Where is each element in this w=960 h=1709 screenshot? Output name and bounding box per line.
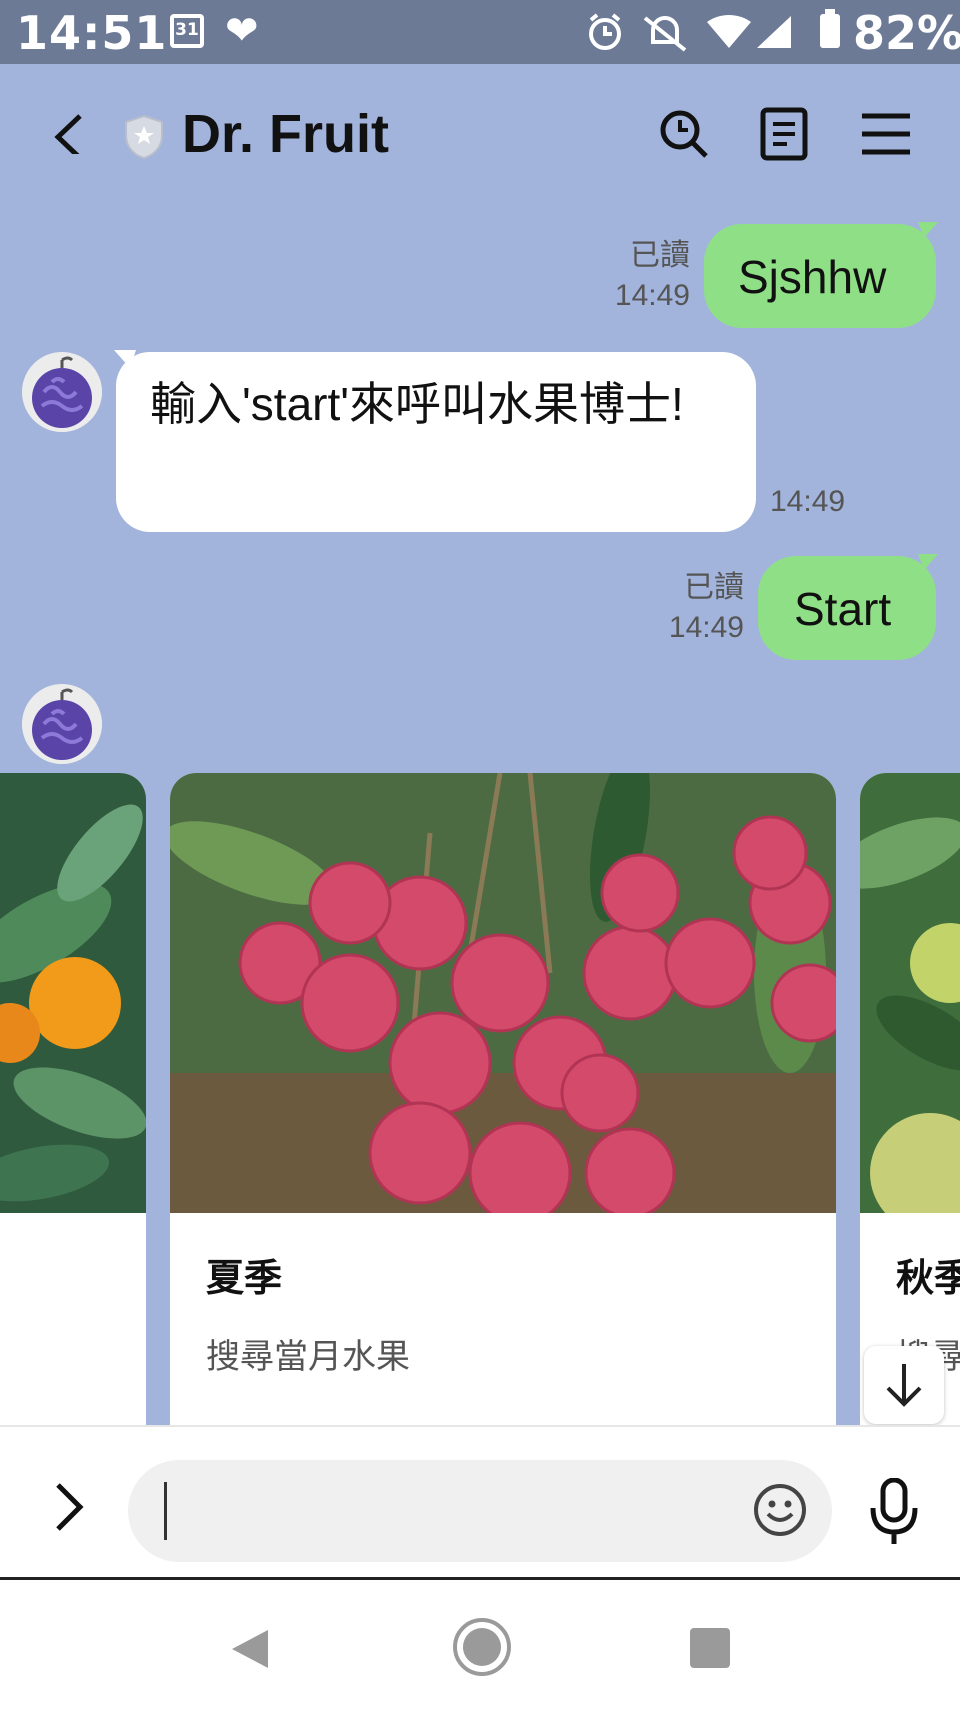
avatar-icon — [22, 684, 102, 764]
message-text: 輸入'start'來呼叫水果博士! — [150, 378, 684, 430]
incoming-message[interactable]: 輸入'start'來呼叫水果博士! — [116, 352, 756, 532]
arrow-down-icon — [886, 1364, 922, 1407]
search-icon[interactable] — [656, 106, 712, 162]
card-title: 秋季 — [896, 1256, 960, 1300]
menu-icon[interactable] — [858, 106, 914, 162]
text-caret — [164, 1482, 167, 1540]
outgoing-message[interactable]: Sjshhw — [704, 224, 936, 328]
emoji-icon[interactable] — [752, 1482, 808, 1538]
wifi-icon — [707, 14, 751, 48]
status-time: 14:51 — [16, 6, 168, 60]
card-subtitle: 搜尋當月水果 — [206, 1337, 410, 1377]
battery-icon — [820, 9, 840, 48]
card-body — [0, 1213, 146, 1437]
pomelo-photo — [860, 773, 960, 1213]
alarm-icon — [589, 13, 621, 50]
status-bar: 14:51 31 ❤ 82% — [0, 0, 960, 64]
avatar-icon — [22, 352, 102, 432]
carousel-card[interactable] — [0, 773, 146, 1437]
message-meta: 已讀 14:49 — [560, 236, 690, 316]
avatar[interactable] — [22, 684, 102, 764]
message-time: 14:49 — [770, 485, 846, 518]
read-receipt: 已讀 — [630, 239, 690, 272]
back-icon[interactable] — [52, 108, 86, 154]
message-input-bar — [0, 1425, 960, 1579]
nav-recent-icon[interactable] — [690, 1628, 730, 1668]
mic-icon[interactable] — [868, 1478, 920, 1546]
carousel-card[interactable]: 秋季 搜尋當月水果 — [860, 773, 960, 1437]
card-title: 夏季 — [206, 1256, 283, 1300]
message-text: Sjshhw — [738, 251, 887, 303]
message-text: Start — [794, 583, 892, 635]
calendar-icon: 31 — [170, 14, 204, 48]
shield-icon — [125, 114, 163, 160]
fruit-carousel[interactable]: 夏季 搜尋當月水果 秋季 搜尋當月水果 — [0, 773, 960, 1437]
bubble-tail — [918, 222, 938, 238]
nav-home-icon[interactable] — [452, 1617, 512, 1677]
system-icons — [589, 13, 791, 52]
chat-title: Dr. Fruit — [182, 104, 390, 164]
message-time: 14:49 — [614, 279, 690, 312]
message-time: 14:49 — [668, 611, 744, 644]
system-nav-bar — [0, 1577, 960, 1709]
lychee-photo — [170, 773, 836, 1213]
chevron-right-icon[interactable] — [48, 1479, 88, 1535]
carousel-card[interactable]: 夏季 搜尋當月水果 — [170, 773, 836, 1437]
read-receipt: 已讀 — [684, 571, 744, 604]
scroll-down-button[interactable] — [864, 1346, 944, 1424]
orange-photo — [0, 773, 146, 1213]
heart-icon: ❤ — [225, 8, 259, 54]
message-meta: 已讀 14:49 — [614, 568, 744, 648]
mute-icon — [643, 16, 687, 52]
signal-icon — [757, 16, 791, 48]
message-input[interactable] — [128, 1460, 832, 1562]
outgoing-message[interactable]: Start — [758, 556, 936, 660]
note-icon[interactable] — [756, 106, 812, 162]
battery-percent: 82% — [853, 6, 960, 60]
bubble-tail — [918, 554, 938, 570]
nav-back-icon[interactable] — [230, 1628, 270, 1670]
avatar[interactable] — [22, 352, 102, 432]
